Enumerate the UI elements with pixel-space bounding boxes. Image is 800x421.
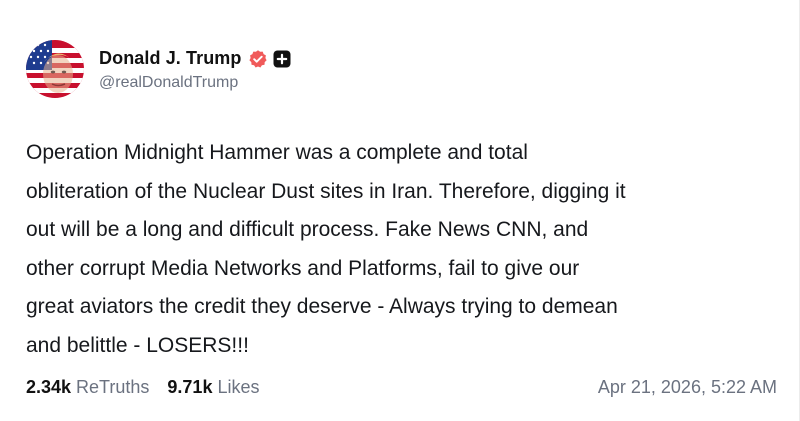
- name-row: Donald J. Trump: [99, 47, 291, 71]
- author-handle[interactable]: @realDonaldTrump: [99, 74, 291, 92]
- likes-stat[interactable]: 9.71k Likes: [167, 377, 259, 398]
- post-text-line: out will be a long and difficult process…: [26, 218, 589, 241]
- author-identity: Donald J. Trump @realDonaldTrump: [99, 47, 291, 92]
- post-text-line: and belittle - LOSERS!!!: [26, 333, 249, 357]
- retruths-count: 2.34k: [26, 376, 72, 397]
- retruths-stat[interactable]: 2.34k ReTruths: [26, 377, 149, 398]
- post-text-line: obliteration of the Nuclear Dust sites i…: [26, 179, 626, 203]
- post-timestamp[interactable]: Apr 21, 2026, 5:22 AM: [598, 377, 777, 398]
- likes-count: 9.71k: [167, 376, 213, 397]
- author-display-name[interactable]: Donald J. Trump: [99, 48, 242, 69]
- verified-badge-icon: [248, 49, 268, 69]
- post-text: Operation Midnight Hammer was a complete…: [26, 134, 786, 365]
- plus-box-icon[interactable]: [273, 50, 291, 68]
- avatar[interactable]: [26, 40, 84, 98]
- post-header: Donald J. Trump @realDonaldTrump: [26, 40, 291, 98]
- post-text-line: other corrupt Media Networks and Platfor…: [26, 256, 580, 280]
- post-footer: 2.34k ReTruths 9.71k Likes Apr 21, 2026,…: [26, 372, 777, 402]
- post-card: Donald J. Trump @realDonaldTrump Operati…: [0, 0, 800, 421]
- post-text-line: great aviators the credit they deserve -…: [26, 295, 618, 318]
- post-text-line: Operation Midnight Hammer was a complete…: [26, 141, 528, 164]
- retruths-label: ReTruths: [76, 376, 150, 397]
- likes-label: Likes: [217, 376, 260, 397]
- avatar-image: [26, 40, 84, 98]
